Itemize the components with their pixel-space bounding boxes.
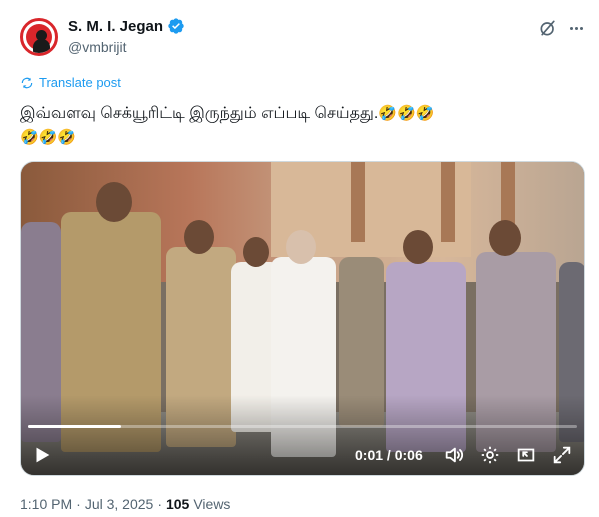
author-display-name[interactable]: S. M. I. Jegan <box>68 18 163 35</box>
post-body: இவ்வளவு செக்யூரிட்டி இருந்தும் எப்படி செ… <box>20 105 379 122</box>
emoji-laughing-group: 🤣🤣🤣 <box>378 105 435 122</box>
post-text: இவ்வளவு செக்யூரிட்டி இருந்தும் எப்படி செ… <box>20 102 560 150</box>
video-progress-fill <box>28 425 122 428</box>
avatar-silhouette-icon <box>26 24 52 53</box>
views-label: Views <box>193 496 231 512</box>
video-time-display: 0:01 / 0:06 <box>355 447 423 463</box>
pip-icon[interactable] <box>515 444 537 466</box>
translate-post-link[interactable]: Translate post <box>20 75 121 90</box>
post-meta: 1:10 PM · Jul 3, 2025 · 105 Views <box>20 496 231 512</box>
grok-slash-icon[interactable] <box>538 18 558 38</box>
post-time[interactable]: 1:10 PM <box>20 496 72 512</box>
more-dots-icon[interactable] <box>566 18 586 38</box>
translate-post-label[interactable]: Translate post <box>39 75 121 90</box>
author-avatar[interactable] <box>20 18 58 56</box>
video-duration: 0:06 <box>394 447 423 463</box>
volume-icon[interactable] <box>443 444 465 466</box>
author-handle[interactable]: @vmbrijit <box>68 39 127 55</box>
post-date[interactable]: Jul 3, 2025 <box>85 496 154 512</box>
fullscreen-icon[interactable] <box>551 444 573 466</box>
video-progress-bar[interactable] <box>28 425 577 428</box>
translate-icon <box>21 77 33 88</box>
emoji-laughing-group-2: 🤣🤣🤣 <box>20 129 77 146</box>
video-current-time: 0:01 <box>355 447 384 463</box>
views-count: 105 <box>165 496 190 512</box>
settings-icon[interactable] <box>479 444 501 466</box>
play-icon[interactable] <box>31 444 53 466</box>
video-player[interactable]: 0:01 / 0:06 <box>20 161 585 476</box>
author-name-row[interactable]: S. M. I. Jegan <box>68 17 185 35</box>
verified-badge-icon <box>168 18 184 34</box>
